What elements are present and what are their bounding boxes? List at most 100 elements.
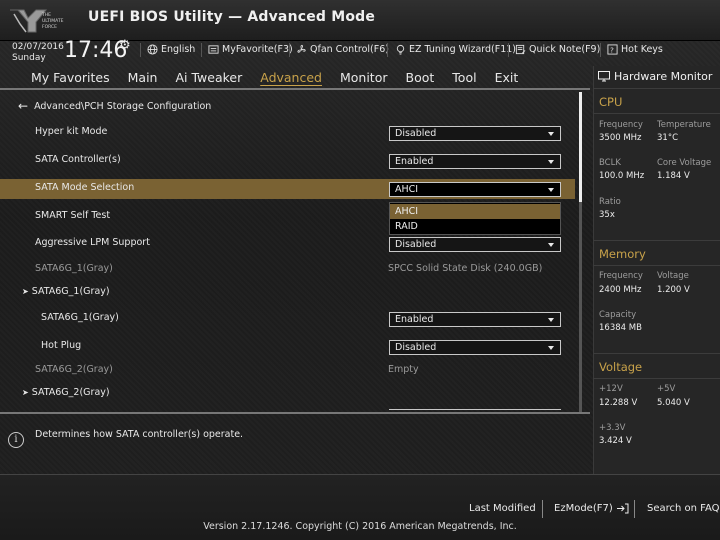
sata-mode-selection-dropdown[interactable]: AHCI <box>389 182 561 197</box>
cutoff-dropdown-edge <box>389 409 561 410</box>
qfan-control-button[interactable]: Qfan Control(F6) <box>296 44 389 55</box>
v33-value: 3.424 V <box>599 436 632 446</box>
setting-label-hyper-kit-mode: Hyper kit Mode <box>35 126 108 137</box>
setting-label-smart-self-test: SMART Self Test <box>35 210 111 221</box>
exit-arrow-icon <box>616 503 629 514</box>
memory-frequency-label: Frequency <box>599 271 643 281</box>
cpu-temperature-label: Temperature <box>657 120 711 130</box>
tab-monitor[interactable]: Monitor <box>331 68 397 88</box>
setting-label-sata6g1-port: SATA6G_1(Gray) <box>41 312 119 323</box>
tab-advanced[interactable]: Advanced <box>251 68 331 88</box>
hyper-kit-mode-dropdown[interactable]: Disabled <box>389 126 561 141</box>
caret-down-icon <box>548 346 554 350</box>
memory-capacity-label: Capacity <box>599 310 637 320</box>
search-faq-button[interactable]: Search on FAQ <box>647 503 720 514</box>
caret-down-icon <box>548 132 554 136</box>
voltage-section-title: Voltage <box>599 360 643 374</box>
lightbulb-icon <box>396 44 405 55</box>
scrollbar-thumb[interactable] <box>579 92 582 202</box>
breadcrumb-path: Advanced\PCH Storage Configuration <box>34 100 212 112</box>
dropdown-value: Disabled <box>395 342 437 353</box>
toolbar-divider <box>600 43 601 57</box>
monitor-icon <box>598 71 610 82</box>
hw-divider <box>593 378 720 379</box>
dropdown-value: Enabled <box>395 156 434 167</box>
ezmode-button[interactable]: EzMode(F7) <box>554 503 629 514</box>
toolbar-divider <box>508 43 509 57</box>
submenu-label: SATA6G_1(Gray) <box>31 286 110 297</box>
date-display: 02/07/2016 Sunday <box>12 42 64 64</box>
v5-value: 5.040 V <box>657 398 690 408</box>
cpu-temperature-value: 31°C <box>657 133 679 143</box>
qfan-label: Qfan Control(F6) <box>310 44 389 55</box>
v12-label: +12V <box>599 384 623 394</box>
submenu-arrow-icon: ➤ <box>22 287 29 296</box>
nav-divider <box>0 88 590 90</box>
dropdown-value: Disabled <box>395 239 437 250</box>
ez-tuning-wizard-button[interactable]: EZ Tuning Wizard(F11) <box>395 44 516 55</box>
sata-mode-options-popup: AHCI RAID <box>389 202 561 235</box>
tab-boot[interactable]: Boot <box>397 68 444 88</box>
bclk-label: BCLK <box>599 158 621 168</box>
logo-text-2: ULTIMATE <box>42 18 64 24</box>
submenu-sata6g2[interactable]: ➤ SATA6G_2(Gray) <box>22 387 110 398</box>
setting-label-sata-mode-selection: SATA Mode Selection <box>35 182 135 193</box>
tab-exit[interactable]: Exit <box>486 68 528 88</box>
footer-separator <box>634 500 635 518</box>
sata6g1-port-dropdown[interactable]: Enabled <box>389 312 561 327</box>
ez-tuning-label: EZ Tuning Wizard(F11) <box>409 44 517 55</box>
cpu-section-title: CPU <box>599 95 623 109</box>
clock-settings-gear-icon[interactable]: ⚙ <box>119 38 131 53</box>
tab-tool[interactable]: Tool <box>443 68 485 88</box>
setting-label-hot-plug: Hot Plug <box>41 340 82 351</box>
tab-ai-tweaker[interactable]: Ai Tweaker <box>166 68 251 88</box>
memory-section-title: Memory <box>599 247 646 261</box>
date-text: 02/07/2016 <box>12 42 64 52</box>
cpu-frequency-value: 3500 MHz <box>599 133 642 143</box>
breadcrumb[interactable]: ← Advanced\PCH Storage Configuration <box>18 99 211 113</box>
aggressive-lpm-dropdown[interactable]: Disabled <box>389 237 561 252</box>
v12-value: 12.288 V <box>599 398 638 408</box>
ratio-value: 35x <box>599 210 615 220</box>
toolbar-divider <box>387 43 388 57</box>
help-text: Determines how SATA controller(s) operat… <box>35 429 244 440</box>
hot-keys-button[interactable]: ? Hot Keys <box>607 44 663 55</box>
tab-my-favorites[interactable]: My Favorites <box>22 68 119 88</box>
caret-down-icon <box>548 188 554 192</box>
language-button[interactable]: English <box>147 44 195 55</box>
main-nav: My Favorites Main Ai Tweaker Advanced Mo… <box>22 68 527 88</box>
cpu-frequency-label: Frequency <box>599 120 643 130</box>
app-title: UEFI BIOS Utility — Advanced Mode <box>88 9 376 25</box>
option-ahci[interactable]: AHCI <box>390 204 560 219</box>
dropdown-value: AHCI <box>395 184 419 195</box>
svg-text:?: ? <box>610 45 614 54</box>
sata-controllers-dropdown[interactable]: Enabled <box>389 154 561 169</box>
myfavorite-button[interactable]: MyFavorite(F3) <box>208 44 293 55</box>
footer-separator <box>542 500 543 518</box>
hardware-monitor-title: Hardware Monitor <box>614 70 713 83</box>
logo-text-3: FORCE <box>42 24 57 30</box>
quick-note-button[interactable]: Quick Note(F9) <box>515 44 600 55</box>
submenu-label: SATA6G_2(Gray) <box>31 387 110 398</box>
caret-down-icon <box>548 318 554 322</box>
v33-label: +3.3V <box>599 423 626 433</box>
option-raid[interactable]: RAID <box>390 219 560 234</box>
v5-label: +5V <box>657 384 676 394</box>
hot-plug-dropdown[interactable]: Disabled <box>389 340 561 355</box>
core-voltage-label: Core Voltage <box>657 158 712 168</box>
clock: 17:46 <box>64 38 128 63</box>
hw-divider <box>593 88 720 89</box>
ezmode-label: EzMode(F7) <box>554 503 613 514</box>
note-icon <box>515 44 526 55</box>
fan-icon <box>297 44 306 53</box>
tab-main[interactable]: Main <box>119 68 167 88</box>
toolbar-divider <box>289 43 290 57</box>
memory-frequency-value: 2400 MHz <box>599 285 642 295</box>
submenu-sata6g1[interactable]: ➤ SATA6G_1(Gray) <box>22 286 110 297</box>
last-modified-button[interactable]: Last Modified <box>469 503 536 514</box>
hw-divider <box>593 113 720 114</box>
hot-keys-label: Hot Keys <box>621 44 663 55</box>
back-arrow-icon[interactable]: ← <box>18 99 28 113</box>
globe-icon <box>147 44 158 55</box>
setting-label-aggressive-lpm: Aggressive LPM Support <box>35 237 150 248</box>
